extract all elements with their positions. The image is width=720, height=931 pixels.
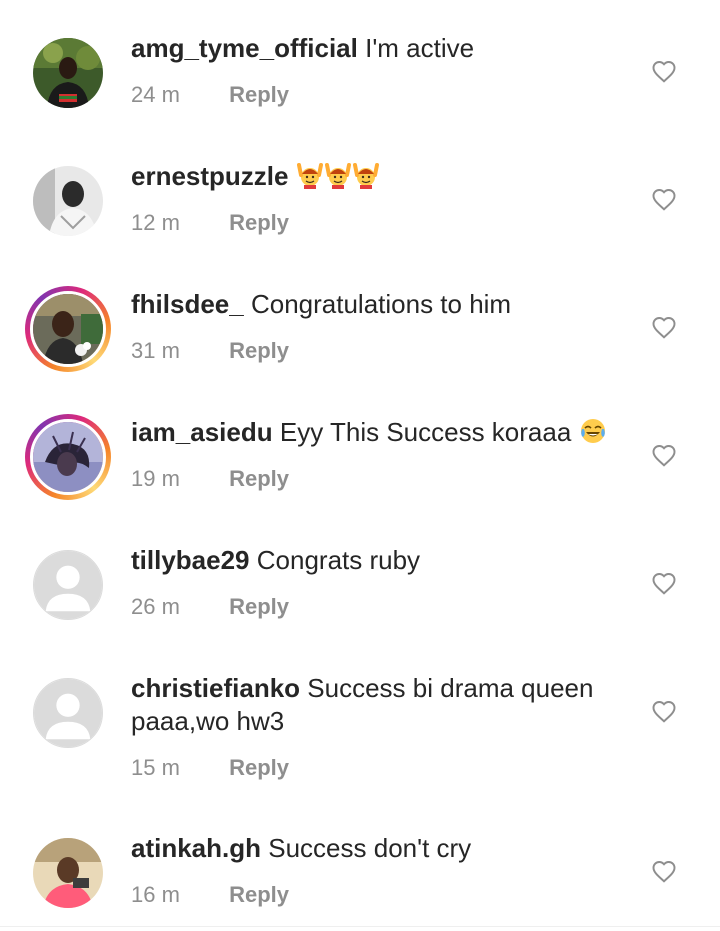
comment-time: 19 m bbox=[131, 466, 180, 491]
like-heart-icon[interactable] bbox=[651, 859, 677, 883]
avatar-photo bbox=[33, 38, 103, 108]
comment-username[interactable]: amg_tyme_official bbox=[131, 33, 358, 63]
comment-text: ernestpuzzle bbox=[131, 160, 641, 193]
comment-username[interactable]: atinkah.gh bbox=[131, 833, 261, 863]
comment-meta: 16 m Reply bbox=[131, 882, 289, 908]
comment-meta: 26 m Reply bbox=[131, 594, 289, 620]
comment-body: Congrats ruby bbox=[256, 545, 421, 575]
avatar[interactable] bbox=[33, 838, 103, 908]
comment-text: fhilsdee_ Congratulations to him bbox=[131, 288, 641, 321]
comment-time: 31 m bbox=[131, 338, 180, 363]
comment-text: christiefianko Success bi drama queen pa… bbox=[131, 672, 641, 738]
reply-button[interactable]: Reply bbox=[229, 338, 289, 363]
avatar-photo bbox=[33, 294, 103, 364]
reply-button[interactable]: Reply bbox=[229, 882, 289, 907]
reply-button[interactable]: Reply bbox=[229, 210, 289, 235]
comment-time: 15 m bbox=[131, 755, 180, 780]
comment-time: 24 m bbox=[131, 82, 180, 107]
comment-username[interactable]: tillybae29 bbox=[131, 545, 250, 575]
avatar[interactable] bbox=[33, 166, 103, 236]
like-heart-icon[interactable] bbox=[651, 59, 677, 83]
comment-text: amg_tyme_official I'm active bbox=[131, 32, 641, 65]
person-raising-hands-emoji bbox=[352, 161, 380, 189]
like-heart-icon[interactable] bbox=[651, 315, 677, 339]
comment-username[interactable]: iam_asiedu bbox=[131, 417, 273, 447]
comment-text: tillybae29 Congrats ruby bbox=[131, 544, 641, 577]
divider bbox=[0, 926, 720, 927]
comment-username[interactable]: christiefianko bbox=[131, 673, 300, 703]
default-avatar-icon bbox=[34, 551, 102, 619]
comment-body: Congratulations to him bbox=[250, 289, 512, 319]
comment-username[interactable]: ernestpuzzle bbox=[131, 161, 289, 191]
person-raising-hands-emoji bbox=[324, 161, 352, 189]
comment-time: 12 m bbox=[131, 210, 180, 235]
person-raising-hands-emoji bbox=[296, 161, 324, 189]
reply-button[interactable]: Reply bbox=[229, 594, 289, 619]
like-heart-icon[interactable] bbox=[651, 699, 677, 723]
avatar-photo bbox=[33, 166, 103, 236]
avatar[interactable] bbox=[33, 38, 103, 108]
avatar[interactable] bbox=[33, 550, 103, 620]
tears-of-joy-emoji bbox=[579, 417, 607, 445]
comment-time: 16 m bbox=[131, 882, 180, 907]
avatar-photo bbox=[33, 422, 103, 492]
comment-meta: 19 m Reply bbox=[131, 466, 289, 492]
comment-time: 26 m bbox=[131, 594, 180, 619]
reply-button[interactable]: Reply bbox=[229, 466, 289, 491]
avatar-story-ring[interactable] bbox=[25, 414, 111, 500]
comment-username[interactable]: fhilsdee_ bbox=[131, 289, 244, 319]
comment-meta: 15 m Reply bbox=[131, 755, 289, 781]
comment-text: atinkah.gh Success don't cry bbox=[131, 832, 641, 865]
like-heart-icon[interactable] bbox=[651, 187, 677, 211]
comment-text: iam_asiedu Eyy This Success koraaa bbox=[131, 416, 641, 449]
reply-button[interactable]: Reply bbox=[229, 755, 289, 780]
comment-meta: 24 m Reply bbox=[131, 82, 289, 108]
avatar[interactable] bbox=[33, 678, 103, 748]
reply-button[interactable]: Reply bbox=[229, 82, 289, 107]
comment-body: Eyy This Success koraaa bbox=[279, 417, 572, 447]
like-heart-icon[interactable] bbox=[651, 443, 677, 467]
like-heart-icon[interactable] bbox=[651, 571, 677, 595]
avatar-story-ring[interactable] bbox=[25, 286, 111, 372]
comment-body: Success don't cry bbox=[268, 833, 472, 863]
comment-meta: 31 m Reply bbox=[131, 338, 289, 364]
avatar-photo bbox=[33, 838, 103, 908]
default-avatar-icon bbox=[34, 679, 102, 747]
comment-meta: 12 m Reply bbox=[131, 210, 289, 236]
comment-body: I'm active bbox=[365, 33, 475, 63]
